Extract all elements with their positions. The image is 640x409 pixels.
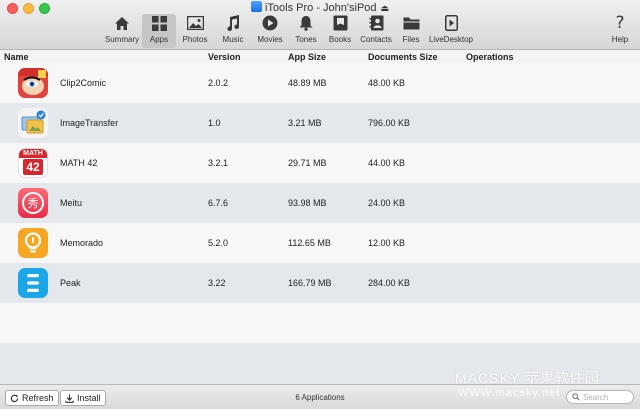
column-header-name[interactable]: Name (4, 52, 29, 62)
tab-photos-label: Photos (182, 35, 208, 44)
tab-movies-label: Movies (257, 35, 283, 44)
app-version: 1.0 (208, 118, 221, 128)
tab-summary-label: Summary (104, 35, 140, 44)
apps-grid-icon (151, 15, 167, 31)
tab-apps[interactable]: Apps (142, 14, 176, 48)
app-size: 3.21 MB (288, 118, 322, 128)
app-name: MATH 42 (60, 158, 98, 168)
documents-size: 24.00 KB (368, 198, 406, 208)
download-icon (65, 393, 74, 403)
imagetransfer-app-icon (18, 108, 48, 138)
app-size: 166.79 MB (288, 278, 332, 288)
documents-size: 48.00 KB (368, 78, 406, 88)
table-row[interactable]: Clip2Comic 2.0.2 48.89 MB 48.00 KB (0, 63, 640, 103)
tab-books-label: Books (328, 35, 352, 44)
tab-tones-label: Tones (295, 35, 317, 44)
tab-movies[interactable]: Movies (254, 14, 286, 48)
memorado-app-icon (18, 228, 48, 258)
app-version: 2.0.2 (208, 78, 229, 88)
tab-tones[interactable]: Tones (292, 14, 320, 48)
math42-app-icon: MATH 42 (18, 148, 48, 178)
live-desktop-icon (444, 15, 458, 31)
app-version: 3.22 (208, 278, 226, 288)
table-row[interactable]: MATH 42 MATH 42 3.2.1 29.71 MB 44.00 KB (0, 143, 640, 183)
help-label: Help (611, 35, 629, 44)
watermark-text: MACSKY 苹果软件园 (455, 370, 600, 386)
toolbar: iTools Pro - John'siPod ⏏ Summary Apps Ph… (0, 0, 640, 50)
tab-music-label: Music (222, 35, 244, 44)
column-header-operations[interactable]: Operations (466, 52, 514, 62)
table-row[interactable]: Peak 3.22 166.79 MB 284.00 KB (0, 263, 640, 303)
search-placeholder: Search (583, 392, 609, 402)
tab-files-label: Files (402, 35, 420, 44)
help-button[interactable]: ? Help (608, 13, 632, 48)
folder-icon (403, 17, 419, 30)
app-version: 5.2.0 (208, 238, 229, 248)
itools-app-icon (250, 1, 262, 12)
refresh-label: Refresh (22, 393, 54, 403)
app-name: Peak (60, 278, 81, 288)
table-row[interactable]: Memorado 5.2.0 112.65 MB 12.00 KB (0, 223, 640, 263)
contacts-book-icon (369, 15, 383, 31)
tab-files[interactable]: Files (398, 14, 424, 48)
window-title: iTools Pro - John'siPod ⏏ (0, 1, 640, 14)
install-label: Install (77, 393, 101, 403)
documents-size: 796.00 KB (368, 118, 411, 128)
meitu-app-icon: 秀 (18, 188, 48, 218)
status-text: 6 Applications (295, 393, 345, 402)
math42-icon-number: 42 (23, 159, 43, 175)
play-circle-icon (262, 15, 278, 31)
app-name: Memorado (60, 238, 104, 248)
question-mark-icon: ? (615, 13, 625, 33)
tab-books[interactable]: Books (326, 14, 354, 48)
documents-size: 12.00 KB (368, 238, 406, 248)
table-row[interactable]: 秀 Meitu 6.7.6 93.98 MB 24.00 KB (0, 183, 640, 223)
tab-photos[interactable]: Photos (180, 14, 210, 48)
refresh-icon (10, 394, 19, 402)
tab-music[interactable]: Music (218, 14, 248, 48)
math42-icon-top-text: MATH (19, 149, 47, 158)
install-button[interactable]: Install (60, 390, 106, 406)
tab-livedesktop[interactable]: LiveDesktop (428, 14, 474, 48)
photo-icon (186, 16, 204, 30)
app-name: Clip2Comic (60, 78, 107, 88)
documents-size: 44.00 KB (368, 158, 406, 168)
music-note-icon (227, 15, 240, 31)
column-header-documents-size[interactable]: Documents Size (368, 52, 438, 62)
documents-size: 284.00 KB (368, 278, 411, 288)
search-field[interactable]: Search (566, 390, 634, 404)
refresh-button[interactable]: Refresh (5, 390, 59, 406)
app-name: ImageTransfer (60, 118, 119, 128)
meitu-icon-glyph: 秀 (22, 192, 44, 214)
app-size: 93.98 MB (288, 198, 327, 208)
column-header-version[interactable]: Version (208, 52, 241, 62)
book-icon (333, 15, 347, 31)
column-header-app-size[interactable]: App Size (288, 52, 326, 62)
search-icon (572, 393, 580, 401)
peak-app-icon (18, 268, 48, 298)
tab-summary[interactable]: Summary (104, 14, 140, 48)
clip2comic-app-icon (18, 68, 48, 98)
tab-livedesktop-label: LiveDesktop (428, 35, 474, 44)
empty-row (0, 303, 640, 343)
home-icon (115, 16, 129, 30)
tab-apps-label: Apps (149, 35, 169, 44)
table-row[interactable]: ImageTransfer 1.0 3.21 MB 796.00 KB (0, 103, 640, 143)
app-size: 48.89 MB (288, 78, 327, 88)
watermark-url: WWW.macsky.net (458, 387, 561, 399)
app-size: 112.65 MB (288, 238, 331, 248)
tab-contacts-label: Contacts (360, 35, 392, 44)
app-version: 3.2.1 (208, 158, 229, 168)
app-size: 29.71 MB (288, 158, 327, 168)
tab-contacts[interactable]: Contacts (358, 14, 394, 48)
bell-icon (299, 16, 313, 31)
app-name: Meitu (60, 198, 83, 208)
eject-icon[interactable]: ⏏ (381, 3, 390, 14)
window-title-text: iTools Pro - John'siPod (264, 2, 377, 14)
app-version: 6.7.6 (208, 198, 229, 208)
